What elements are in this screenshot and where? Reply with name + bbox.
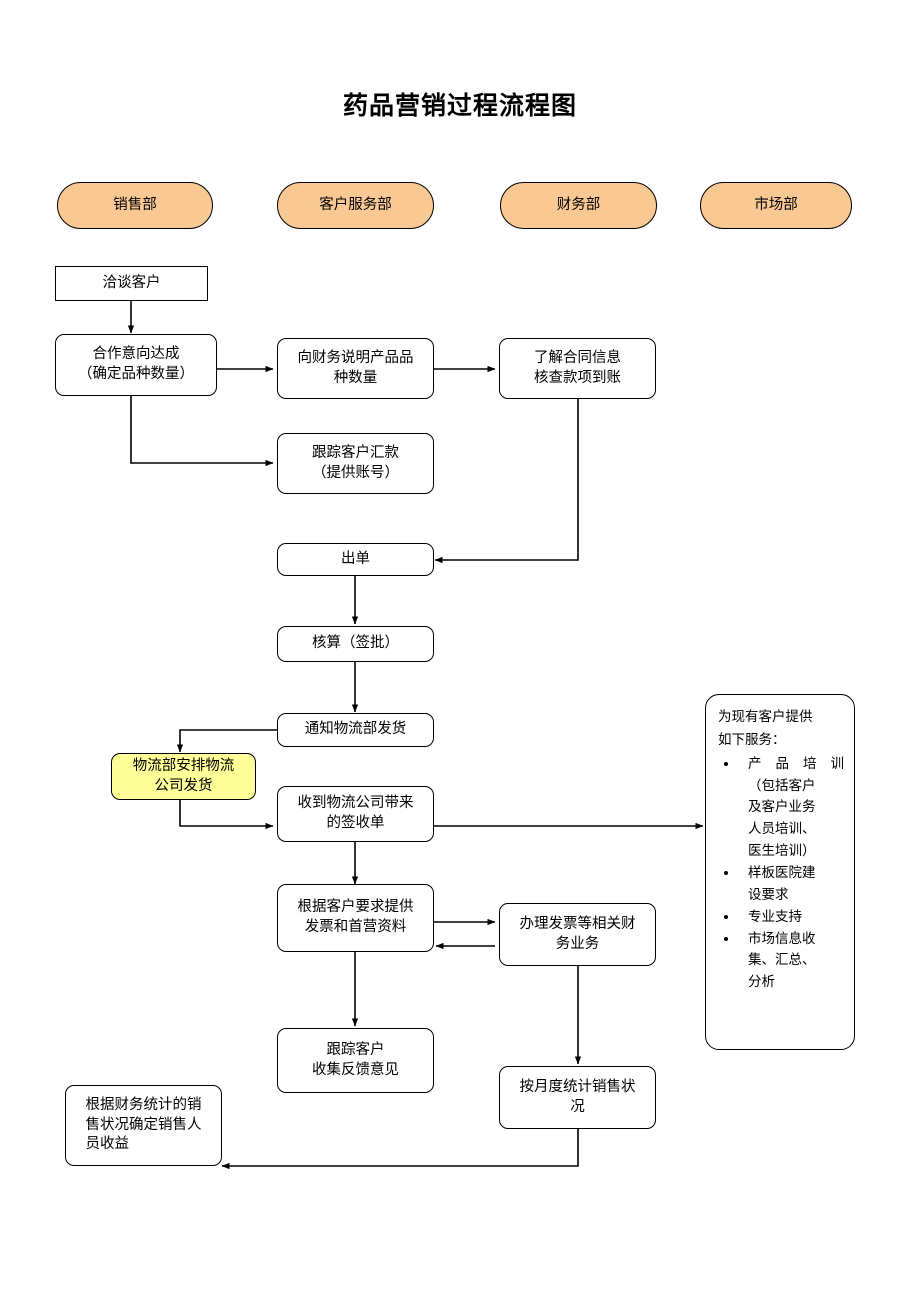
dept-label: 客户服务部 [319,196,392,213]
list-item: 产 品 培 训 （包括客户 及客户业务 人员培训、 医生培训） [718,754,844,863]
service-line: 设要求 [748,886,789,903]
bullet-icon [724,915,728,920]
dept-label: 财务部 [556,196,601,213]
node-handle-invoice-finance[interactable]: 办理发票等相关财 务业务 [499,903,656,966]
node-label: 跟踪客户汇款 （提供账号） [312,444,399,481]
node-receive-signed-receipt[interactable]: 收到物流公司带来 的签收单 [277,786,434,842]
node-label: 出单 [341,550,370,567]
node-label: 核算（签批） [312,635,399,652]
node-provide-invoice-documents[interactable]: 根据客户要求提供 发票和首营资料 [277,884,434,952]
node-label: 通知物流部发货 [304,721,407,738]
service-line: 人员培训、 [748,821,816,838]
dept-label: 市场部 [754,196,798,213]
node-check-contract-payment[interactable]: 了解合同信息 核查款项到账 [499,338,656,399]
node-label: 根据财务统计的销 售状况确定销售人 员收益 [85,1097,202,1153]
node-label: 了解合同信息 核查款项到账 [534,349,621,386]
dept-header-customer-service: 客户服务部 [277,182,434,229]
node-notify-logistics[interactable]: 通知物流部发货 [277,713,434,747]
flowchart-canvas: 药品营销过程流程图 销售部 客户服务部 财务部 市场部 洽谈客户 合作意向达成 … [0,0,920,1302]
node-label: 办理发票等相关财 务业务 [519,915,636,952]
node-label: 物流部安排物流 公司发货 [132,757,235,794]
service-line: 专业支持 [748,908,802,925]
dept-header-sales: 销售部 [57,182,213,229]
node-label: 向财务说明产品品 种数量 [297,349,414,386]
service-line: 市场信息收 [748,930,816,947]
service-line: （包括客户 [748,777,816,794]
dept-label: 销售部 [113,196,157,213]
dept-header-finance: 财务部 [500,182,657,229]
bullet-icon [724,871,728,876]
node-track-customer-feedback[interactable]: 跟踪客户 收集反馈意见 [277,1028,434,1093]
node-cooperation-intent[interactable]: 合作意向达成 （确定品种数量） [55,334,217,396]
list-item: 专业支持 [718,907,844,929]
service-line: 样板医院建 [748,865,816,882]
node-accounting-approval[interactable]: 核算（签批） [277,626,434,662]
node-label: 按月度统计销售状 况 [519,1078,636,1115]
service-line: 集、汇总、 [748,952,816,969]
node-logistics-arrange-shipment[interactable]: 物流部安排物流 公司发货 [111,753,256,800]
node-label: 根据客户要求提供 发票和首营资料 [297,899,414,935]
bullet-icon [724,762,728,767]
list-item: 市场信息收 集、汇总、 分析 [718,929,844,995]
node-issue-order[interactable]: 出单 [277,543,434,576]
services-header-line-1: 为现有客户提供 [718,709,813,725]
node-marketing-services[interactable]: 为现有客户提供 如下服务： 产 品 培 训 （包括客户 及客户业务 人员培训、 … [705,694,855,1050]
service-line: 医生培训） [748,843,816,860]
bullet-icon [724,936,728,941]
node-track-customer-remittance[interactable]: 跟踪客户汇款 （提供账号） [277,433,434,494]
services-header-line-2: 如下服务： [718,731,786,748]
node-determine-sales-income[interactable]: 根据财务统计的销 售状况确定销售人 员收益 [65,1085,222,1166]
node-negotiate-customer[interactable]: 洽谈客户 [55,266,208,301]
node-label: 跟踪客户 收集反馈意见 [312,1041,399,1078]
node-label: 合作意向达成 （确定品种数量） [78,346,194,382]
node-label: 洽谈客户 [102,274,161,291]
service-line: 及客户业务 [748,799,816,816]
page-title: 药品营销过程流程图 [342,91,577,120]
node-label: 收到物流公司带来 的签收单 [297,795,414,831]
list-item: 样板医院建 设要求 [718,863,844,907]
node-monthly-sales-statistics[interactable]: 按月度统计销售状 况 [499,1066,656,1129]
node-inform-finance-products[interactable]: 向财务说明产品品 种数量 [277,338,434,399]
service-line: 产 品 培 训 [748,755,844,772]
services-list: 产 品 培 训 （包括客户 及客户业务 人员培训、 医生培训） 样板医院建 设要… [718,754,844,994]
service-line: 分析 [748,974,775,991]
dept-header-marketing: 市场部 [700,182,852,229]
